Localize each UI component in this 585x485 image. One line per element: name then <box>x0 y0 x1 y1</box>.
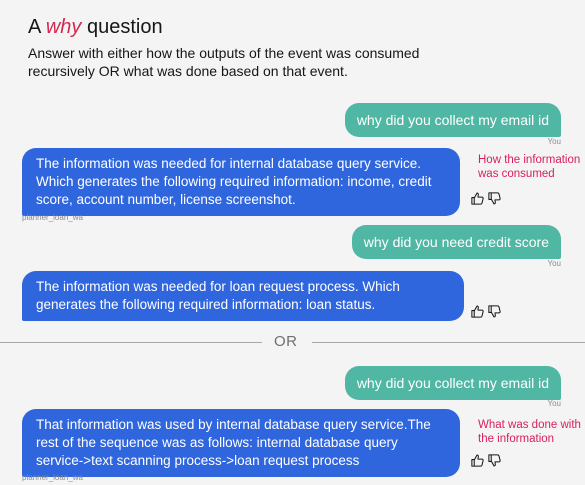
thumbs-down-icon[interactable] <box>487 191 502 206</box>
divider-line-right <box>312 342 585 343</box>
user-label: You <box>547 399 562 408</box>
thumbs-down-icon[interactable] <box>487 453 502 468</box>
sender-label: planner_loan_wa <box>22 213 83 222</box>
page-description: Answer with either how the outputs of th… <box>28 45 420 79</box>
title-emphasis: why <box>45 16 82 38</box>
thumbs-up-icon[interactable] <box>470 453 485 468</box>
thumbs-down-icon[interactable] <box>487 304 502 319</box>
divider-label: OR <box>274 333 298 350</box>
bot-reply: The information was needed for internal … <box>22 148 460 216</box>
page-title: A why question <box>28 15 163 39</box>
bot-reply: That information was used by internal da… <box>22 409 460 477</box>
title-prefix: A <box>28 16 41 38</box>
sender-label: planner_loan_wa <box>22 473 83 482</box>
user-message: why did you need credit score <box>351 225 561 259</box>
feedback-buttons <box>470 453 502 468</box>
feedback-buttons <box>470 191 502 206</box>
user-message: why did you collect my email id <box>344 366 561 400</box>
thumbs-up-icon[interactable] <box>470 191 485 206</box>
thumbs-up-icon[interactable] <box>470 304 485 319</box>
user-label: You <box>547 259 562 268</box>
user-label: You <box>547 137 562 146</box>
user-message: why did you collect my email id <box>344 103 561 137</box>
annotation-done: What was done with the information <box>478 419 581 445</box>
divider-line-left <box>0 342 262 343</box>
annotation-consumed: How the information was consumed <box>478 154 581 180</box>
feedback-buttons <box>470 304 502 319</box>
title-suffix: question <box>86 16 163 38</box>
bot-reply: The information was needed for loan requ… <box>22 271 464 321</box>
